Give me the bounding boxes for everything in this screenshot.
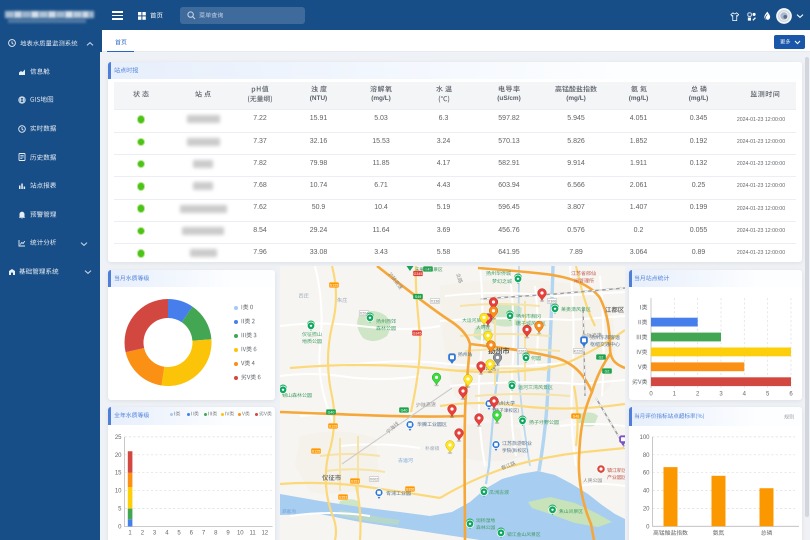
svg-text:60: 60: [642, 471, 649, 477]
svg-text:4: 4: [165, 531, 169, 537]
svg-text:5: 5: [766, 391, 770, 397]
svg-text:3: 3: [719, 391, 723, 397]
svg-text:15: 15: [115, 471, 122, 477]
svg-text:G40: G40: [401, 409, 408, 413]
svg-text:G2: G2: [605, 370, 610, 374]
svg-text:10: 10: [115, 489, 122, 495]
svg-text:5: 5: [118, 507, 122, 513]
svg-text:X306: X306: [548, 300, 556, 304]
svg-text:9: 9: [226, 531, 230, 537]
svg-text:40: 40: [642, 489, 649, 495]
svg-text:10: 10: [237, 531, 244, 537]
svg-text:4: 4: [742, 391, 746, 397]
svg-text:8: 8: [214, 531, 218, 537]
svg-text:20: 20: [642, 506, 649, 512]
svg-text:0: 0: [649, 391, 653, 397]
svg-text:1: 1: [128, 531, 132, 537]
svg-text:S48: S48: [573, 415, 579, 419]
svg-text:S49: S49: [415, 295, 421, 299]
svg-text:3: 3: [153, 531, 157, 537]
svg-text:0: 0: [646, 524, 650, 530]
svg-text:7: 7: [202, 531, 206, 537]
svg-text:G2: G2: [599, 356, 604, 360]
svg-text:80: 80: [642, 453, 649, 459]
svg-text:S353: S353: [339, 496, 347, 500]
svg-text:G40: G40: [328, 411, 335, 415]
svg-text:S353: S353: [351, 480, 359, 484]
svg-text:1: 1: [672, 391, 676, 397]
svg-text:K220: K220: [574, 350, 582, 354]
svg-text:X002: X002: [370, 478, 378, 482]
svg-text:6: 6: [190, 531, 194, 537]
svg-text:S125: S125: [312, 450, 320, 454]
svg-text:2: 2: [696, 391, 700, 397]
svg-text:0: 0: [118, 525, 122, 531]
svg-text:12: 12: [261, 531, 268, 537]
svg-text:S125: S125: [330, 284, 338, 288]
svg-text:S125: S125: [329, 425, 337, 429]
svg-text:11: 11: [249, 531, 256, 537]
svg-text:100: 100: [639, 435, 650, 441]
svg-text:2: 2: [141, 531, 145, 537]
svg-text:G345: G345: [414, 272, 423, 276]
svg-text:5: 5: [177, 531, 181, 537]
svg-text:20: 20: [115, 453, 122, 459]
svg-text:6: 6: [789, 391, 793, 397]
svg-text:25: 25: [115, 435, 122, 441]
svg-text:G345: G345: [413, 332, 422, 336]
svg-text:X336: X336: [431, 300, 439, 304]
